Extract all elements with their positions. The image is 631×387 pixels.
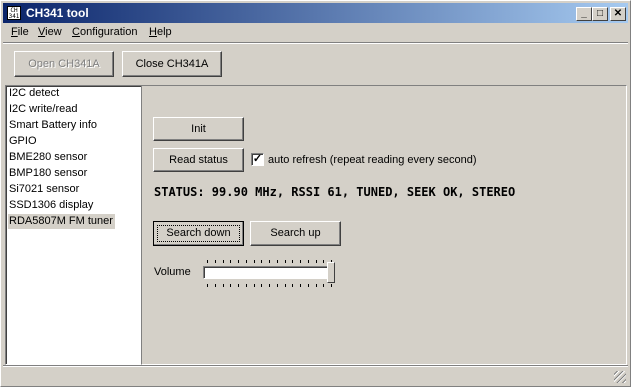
volume-tick (308, 260, 309, 263)
list-item-i2c-write-read[interactable]: I2C write/read (8, 102, 79, 117)
volume-tick (223, 284, 224, 287)
volume-tick (277, 284, 278, 287)
volume-tick (246, 260, 247, 263)
list-item-si7021-sensor[interactable]: Si7021 sensor (8, 182, 81, 197)
menu-view[interactable]: View (38, 26, 62, 38)
list-item-rda5807m-fm-tuner[interactable]: RDA5807M FM tuner (8, 214, 115, 229)
volume-tick (261, 260, 262, 263)
volume-tick (254, 284, 255, 287)
volume-tick (238, 260, 239, 263)
status-readout: STATUS: 99.90 MHz, RSSI 61, TUNED, SEEK … (154, 185, 516, 199)
volume-tick (254, 260, 255, 263)
list-item-bmp180-sensor[interactable]: BMP180 sensor (8, 166, 89, 181)
volume-tick (292, 260, 293, 263)
function-list[interactable]: I2C detect I2C write/read Smart Battery … (5, 85, 142, 365)
volume-tick (215, 284, 216, 287)
list-item-i2c-detect[interactable]: I2C detect (8, 86, 61, 101)
menu-file[interactable]: File (11, 26, 29, 38)
app-icon[interactable]: CH 341 (7, 6, 21, 20)
volume-tick (223, 260, 224, 263)
volume-tick (331, 284, 332, 287)
volume-tick (300, 284, 301, 287)
title-bar[interactable]: CH 341 CH341 tool _ □ ✕ (3, 3, 628, 23)
volume-tick (207, 284, 208, 287)
list-item-smart-battery-info[interactable]: Smart Battery info (8, 118, 99, 133)
list-item-gpio[interactable]: GPIO (8, 134, 39, 149)
auto-refresh-checkbox[interactable]: ✓ (251, 153, 264, 166)
volume-tick (292, 284, 293, 287)
volume-tick (300, 260, 301, 263)
volume-slider-thumb[interactable] (327, 262, 335, 283)
volume-label: Volume (154, 266, 191, 278)
menu-bar: File View Configuration Help (3, 24, 628, 42)
search-up-button[interactable]: Search up (250, 221, 341, 246)
auto-refresh-label[interactable]: auto refresh (repeat reading every secon… (268, 154, 477, 166)
read-status-button[interactable]: Read status (153, 148, 244, 172)
window-title: CH341 tool (26, 6, 89, 20)
volume-tick (230, 284, 231, 287)
resize-grip-icon[interactable] (614, 371, 626, 383)
status-bar (3, 367, 628, 385)
init-button[interactable]: Init (153, 117, 244, 141)
focus-indicator (157, 225, 240, 242)
close-ch341a-button[interactable]: Close CH341A (122, 51, 222, 77)
volume-tick (316, 260, 317, 263)
volume-tick (323, 284, 324, 287)
volume-tick (308, 284, 309, 287)
search-down-button[interactable]: Search down (153, 221, 244, 246)
app-window: CH 341 CH341 tool _ □ ✕ File View Configu… (0, 0, 631, 387)
volume-tick (285, 260, 286, 263)
menu-help[interactable]: Help (149, 26, 172, 38)
list-item-ssd1306-display[interactable]: SSD1306 display (8, 198, 95, 213)
volume-slider-track[interactable] (203, 266, 331, 279)
volume-tick (230, 260, 231, 263)
minimize-button[interactable]: _ (576, 7, 592, 21)
menu-configuration[interactable]: Configuration (72, 26, 137, 38)
close-button[interactable]: ✕ (610, 7, 626, 21)
volume-tick (238, 284, 239, 287)
volume-tick (261, 284, 262, 287)
volume-tick (277, 260, 278, 263)
volume-tick (246, 284, 247, 287)
volume-tick (323, 260, 324, 263)
volume-tick (269, 260, 270, 263)
menu-separator (3, 42, 628, 44)
volume-tick (215, 260, 216, 263)
volume-tick (316, 284, 317, 287)
maximize-button[interactable]: □ (592, 7, 608, 21)
volume-tick (207, 260, 208, 263)
volume-tick (269, 284, 270, 287)
volume-tick (285, 284, 286, 287)
open-ch341a-button[interactable]: Open CH341A (14, 51, 114, 77)
list-item-bme280-sensor[interactable]: BME280 sensor (8, 150, 89, 165)
